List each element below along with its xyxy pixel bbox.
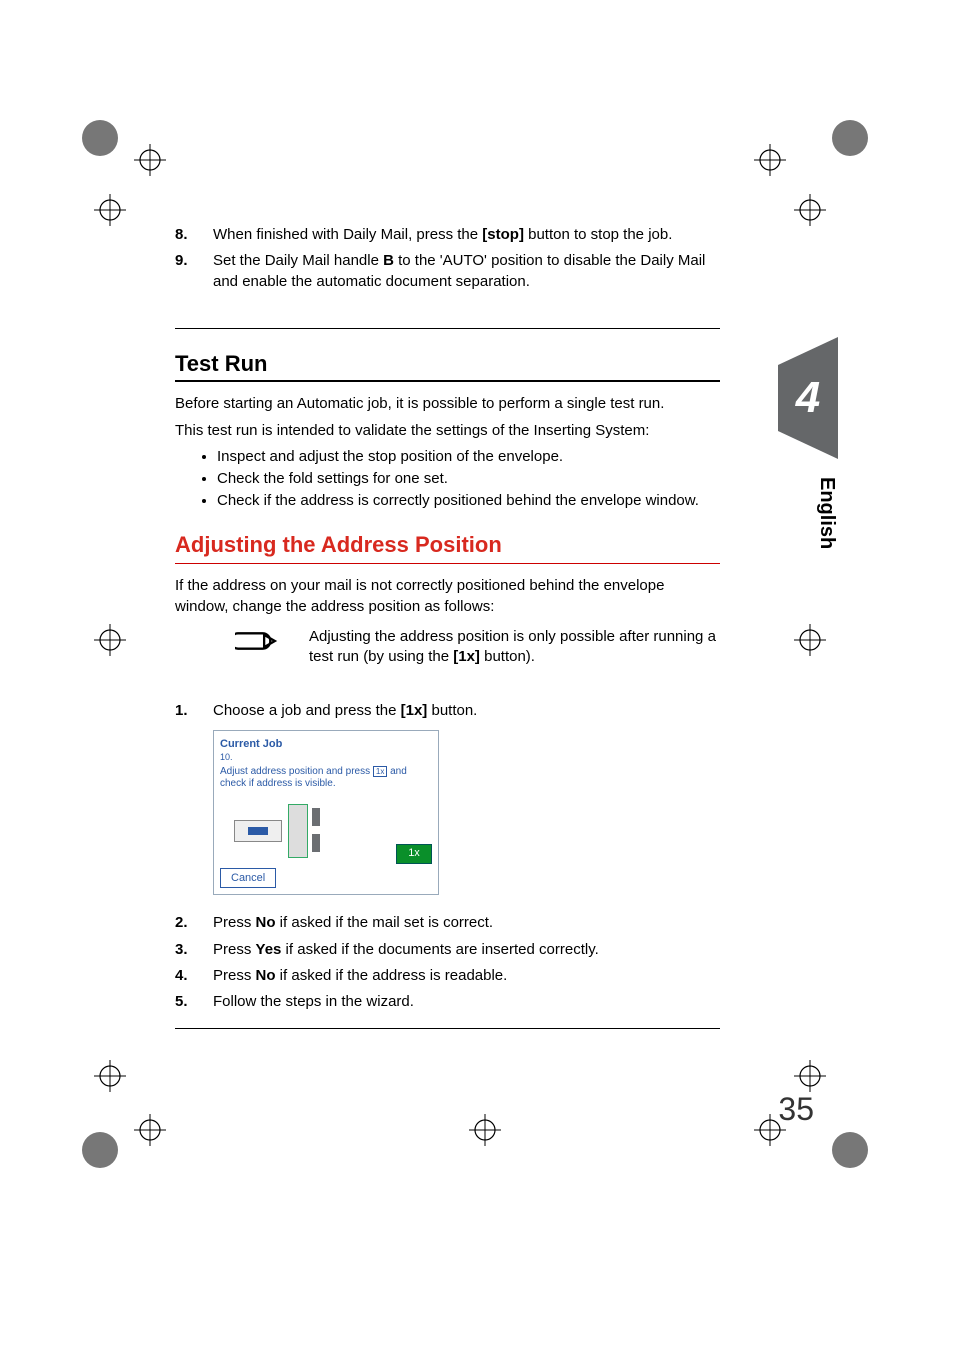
step-8: 8. When finished with Daily Mail, press …	[175, 225, 720, 245]
paragraph: This test run is intended to validate th…	[175, 421, 720, 441]
note-callout: Adjusting the address position is only p…	[235, 627, 720, 668]
paragraph: Before starting an Automatic job, it is …	[175, 394, 720, 414]
step-text: Press No if asked if the address is read…	[213, 966, 720, 986]
chapter-tab: 4 English	[778, 365, 838, 549]
page-content: 8. When finished with Daily Mail, press …	[175, 225, 720, 1029]
step-text: Press Yes if asked if the documents are …	[213, 940, 720, 960]
adjust-up-icon	[312, 808, 320, 826]
heading-test-run: Test Run	[175, 349, 720, 379]
screenshot-cancel-button: Cancel	[220, 868, 276, 889]
screenshot-instruction: Adjust address position and press 1x and…	[220, 766, 432, 790]
step-text: Choose a job and press the [1x] button.	[213, 701, 720, 721]
language-label: English	[778, 477, 838, 549]
step-2: 2. Press No if asked if the mail set is …	[175, 913, 720, 933]
step-text: Press No if asked if the mail set is cor…	[213, 913, 720, 933]
adjust-down-icon	[312, 834, 320, 852]
continued-steps-list: 8. When finished with Daily Mail, press …	[175, 225, 720, 292]
list-item: Check if the address is correctly positi…	[217, 491, 720, 511]
step-number: 2.	[175, 913, 213, 933]
screenshot-1x-button: 1x	[396, 844, 432, 864]
ruler-icon	[288, 804, 308, 858]
screenshot-title: Current Job	[220, 737, 432, 752]
test-run-bullets: Inspect and adjust the stop position of …	[217, 447, 720, 512]
step-text: When finished with Daily Mail, press the…	[213, 225, 720, 245]
step-number: 1.	[175, 701, 213, 721]
step-text: Set the Daily Mail handle B to the 'AUTO…	[213, 251, 720, 292]
section-end-divider	[175, 1028, 720, 1029]
screenshot-subtitle: 10.	[220, 751, 432, 763]
page-number: 35	[778, 1091, 814, 1128]
note-text: Adjusting the address position is only p…	[309, 627, 720, 668]
envelope-icon	[234, 820, 282, 842]
inline-1x-icon: 1x	[373, 766, 387, 777]
note-arrow-icon	[235, 627, 281, 661]
heading-underline-red	[175, 563, 720, 564]
step-number: 9.	[175, 251, 213, 292]
screenshot-graphic: 1x	[220, 798, 432, 864]
step-9: 9. Set the Daily Mail handle B to the 'A…	[175, 251, 720, 292]
step-4: 4. Press No if asked if the address is r…	[175, 966, 720, 986]
step-number: 3.	[175, 940, 213, 960]
heading-underline	[175, 380, 720, 382]
chapter-number-badge: 4	[778, 365, 838, 431]
list-item: Check the fold settings for one set.	[217, 469, 720, 489]
step-5: 5. Follow the steps in the wizard.	[175, 992, 720, 1012]
paragraph: If the address on your mail is not corre…	[175, 576, 720, 617]
step-1: 1. Choose a job and press the [1x] butto…	[175, 701, 720, 721]
step-number: 8.	[175, 225, 213, 245]
list-item: Inspect and adjust the stop position of …	[217, 447, 720, 467]
step-3: 3. Press Yes if asked if the documents a…	[175, 940, 720, 960]
device-screenshot: Current Job 10. Adjust address position …	[213, 730, 439, 896]
chapter-number: 4	[778, 365, 838, 431]
step-number: 5.	[175, 992, 213, 1012]
lower-steps-list: 2. Press No if asked if the mail set is …	[175, 913, 720, 1012]
heading-adjust-address: Adjusting the Address Position	[175, 530, 720, 560]
section-divider	[175, 328, 720, 329]
step-text: Follow the steps in the wizard.	[213, 992, 720, 1012]
step-number: 4.	[175, 966, 213, 986]
